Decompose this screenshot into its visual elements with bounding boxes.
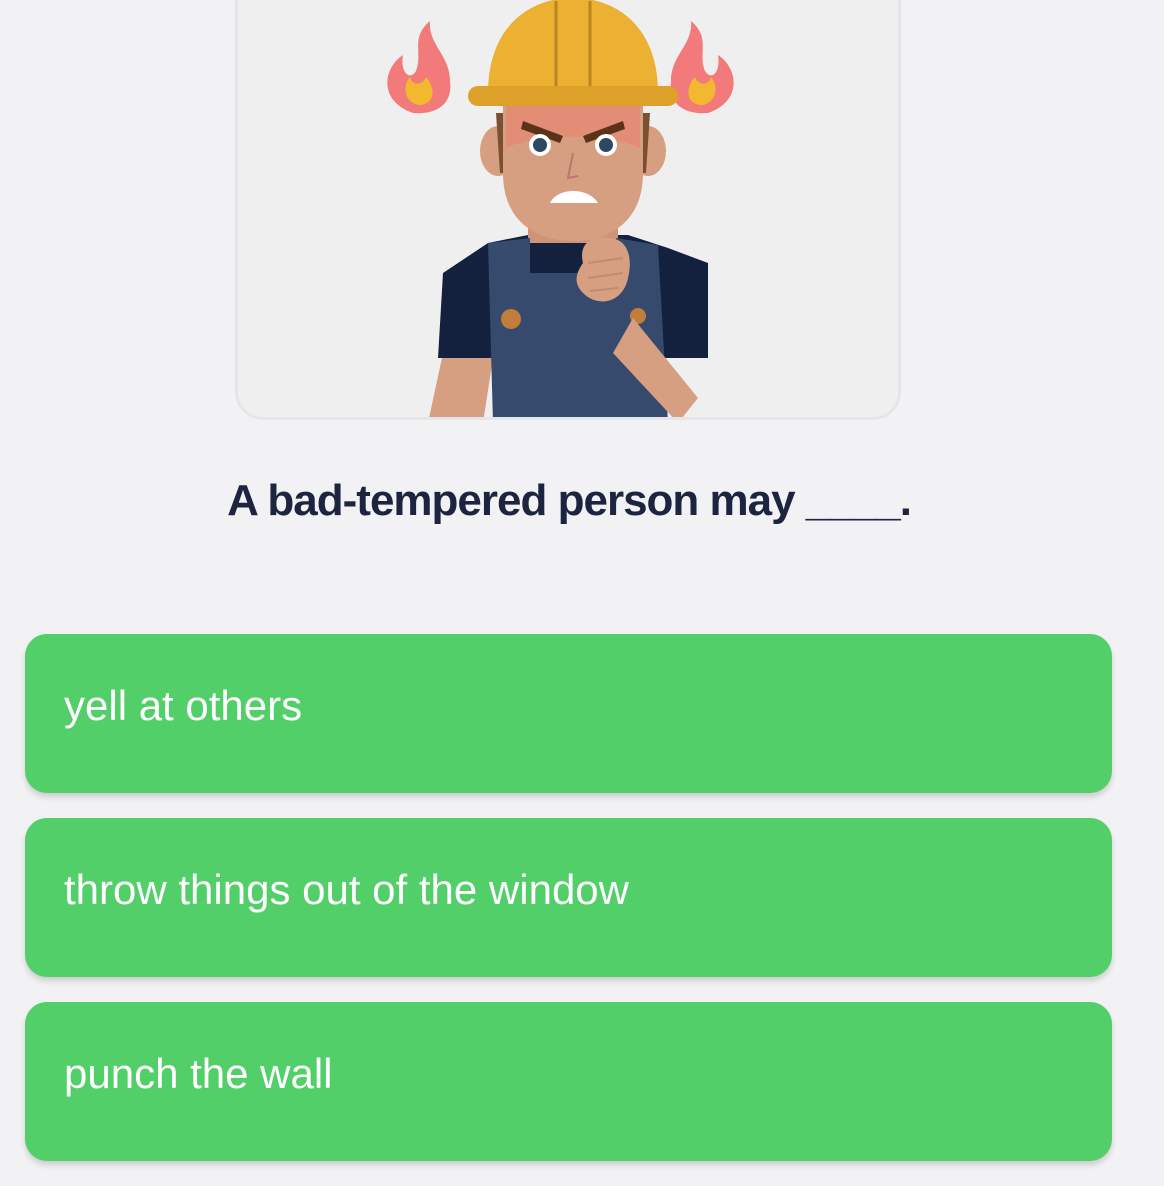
answer-option-label: throw things out of the window xyxy=(64,865,629,913)
answer-option-label: punch the wall xyxy=(64,1049,333,1097)
illustration-card xyxy=(235,0,901,420)
answer-option-2[interactable]: throw things out of the window xyxy=(25,818,1112,977)
question-text: A bad-tempered person may ____. xyxy=(227,476,912,525)
answer-options: yell at others throw things out of the w… xyxy=(25,634,1112,1186)
answer-option-1[interactable]: yell at others xyxy=(25,634,1112,793)
answer-option-3[interactable]: punch the wall xyxy=(25,1002,1112,1161)
angry-worker-illustration xyxy=(387,0,734,417)
flame-icon-left xyxy=(387,21,451,114)
answer-option-label: yell at others xyxy=(64,681,303,729)
flame-icon-right xyxy=(670,21,734,114)
